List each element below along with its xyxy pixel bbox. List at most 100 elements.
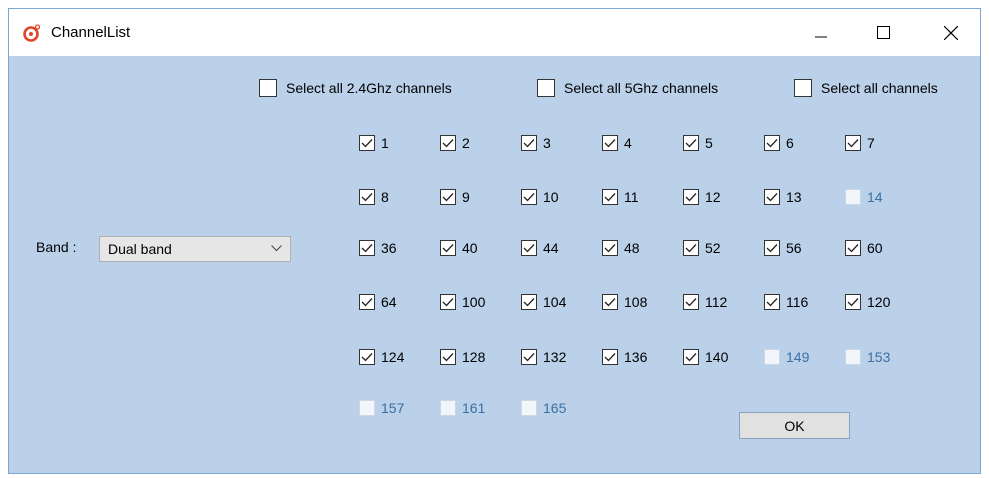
channel-label: 36 [381,240,397,256]
checked-box[interactable] [440,135,456,151]
checked-box[interactable] [845,294,861,310]
ok-button[interactable]: OK [739,412,850,439]
checkbox-box[interactable] [794,79,812,97]
checked-box[interactable] [683,349,699,365]
checked-box[interactable] [359,349,375,365]
channel-checkbox[interactable]: 11 [602,189,639,205]
close-button[interactable] [928,9,974,56]
select-all-24ghz-label: Select all 2.4Ghz channels [286,80,452,96]
channel-label: 116 [786,294,809,310]
checked-box[interactable] [521,189,537,205]
select-all-channels-label: Select all channels [821,80,938,96]
channel-checkbox[interactable]: 44 [521,240,559,256]
channel-checkbox[interactable]: 3 [521,135,551,151]
checked-box[interactable] [845,240,861,256]
channel-label: 140 [705,349,729,365]
checkbox-box[interactable] [537,79,555,97]
channel-checkbox[interactable]: 1 [359,135,389,151]
channel-checkbox: 165 [521,400,566,416]
channel-label: 149 [786,349,810,365]
checked-box[interactable] [440,240,456,256]
channel-label: 12 [705,189,721,205]
checkbox-box[interactable] [259,79,277,97]
unchecked-box [521,400,537,416]
channel-checkbox[interactable]: 4 [602,135,632,151]
title-bar: ChannelList [9,9,980,56]
select-all-5ghz-checkbox[interactable]: Select all 5Ghz channels [537,79,718,97]
select-all-5ghz-label: Select all 5Ghz channels [564,80,719,96]
channel-checkbox[interactable]: 10 [521,189,559,205]
channel-checkbox[interactable]: 104 [521,294,566,310]
channel-checkbox[interactable]: 60 [845,240,883,256]
channel-checkbox[interactable]: 52 [683,240,721,256]
checked-box[interactable] [602,349,618,365]
channel-label: 2 [462,135,470,151]
channel-checkbox[interactable]: 140 [683,349,728,365]
channel-label: 100 [462,294,486,310]
checked-box[interactable] [440,349,456,365]
band-dropdown[interactable]: Dual band [99,236,291,262]
channel-checkbox[interactable]: 2 [440,135,470,151]
channel-checkbox[interactable]: 13 [764,189,802,205]
close-icon [944,25,958,40]
checked-box[interactable] [440,294,456,310]
checked-box[interactable] [764,294,780,310]
channel-checkbox: 14 [845,189,883,205]
channel-checkbox[interactable]: 48 [602,240,640,256]
channel-checkbox[interactable]: 128 [440,349,485,365]
channel-checkbox[interactable]: 136 [602,349,647,365]
maximize-button[interactable] [860,9,906,56]
checked-box[interactable] [602,240,618,256]
checked-box[interactable] [602,135,618,151]
checked-box[interactable] [521,294,537,310]
checked-box[interactable] [521,240,537,256]
checked-box[interactable] [602,294,618,310]
channel-checkbox[interactable]: 5 [683,135,713,151]
checked-box[interactable] [683,189,699,205]
channel-checkbox[interactable]: 120 [845,294,890,310]
select-all-channels-checkbox[interactable]: Select all channels [794,79,938,97]
channel-checkbox[interactable]: 56 [764,240,802,256]
channel-checkbox[interactable]: 108 [602,294,647,310]
channel-checkbox[interactable]: 112 [683,294,727,310]
channel-checkbox[interactable]: 6 [764,135,794,151]
checked-box[interactable] [440,189,456,205]
channel-checkbox[interactable]: 116 [764,294,808,310]
unchecked-box [845,349,861,365]
checked-box[interactable] [359,294,375,310]
channel-checkbox[interactable]: 124 [359,349,404,365]
channel-checkbox[interactable]: 36 [359,240,397,256]
checked-box[interactable] [521,135,537,151]
channel-label: 1 [381,135,389,151]
checked-box[interactable] [845,135,861,151]
minimize-icon [815,36,827,37]
channel-checkbox[interactable]: 7 [845,135,875,151]
channel-label: 48 [624,240,640,256]
channel-checkbox[interactable]: 12 [683,189,721,205]
checked-box[interactable] [764,135,780,151]
channel-label: 128 [462,349,486,365]
channel-label: 108 [624,294,648,310]
channel-label: 56 [786,240,802,256]
checked-box[interactable] [683,294,699,310]
channel-checkbox[interactable]: 100 [440,294,485,310]
checked-box[interactable] [683,135,699,151]
channel-label: 112 [705,294,728,310]
checked-box[interactable] [764,240,780,256]
channel-checkbox[interactable]: 132 [521,349,566,365]
channel-label: 13 [786,189,802,205]
select-all-24ghz-checkbox[interactable]: Select all 2.4Ghz channels [259,79,452,97]
checked-box[interactable] [359,240,375,256]
channel-checkbox[interactable]: 9 [440,189,470,205]
channel-checkbox[interactable]: 40 [440,240,478,256]
channel-checkbox[interactable]: 8 [359,189,389,205]
checked-box[interactable] [683,240,699,256]
channel-checkbox[interactable]: 64 [359,294,397,310]
channel-label: 132 [543,349,567,365]
checked-box[interactable] [764,189,780,205]
checked-box[interactable] [359,189,375,205]
checked-box[interactable] [602,189,618,205]
checked-box[interactable] [359,135,375,151]
checked-box[interactable] [521,349,537,365]
minimize-button[interactable] [798,9,844,56]
